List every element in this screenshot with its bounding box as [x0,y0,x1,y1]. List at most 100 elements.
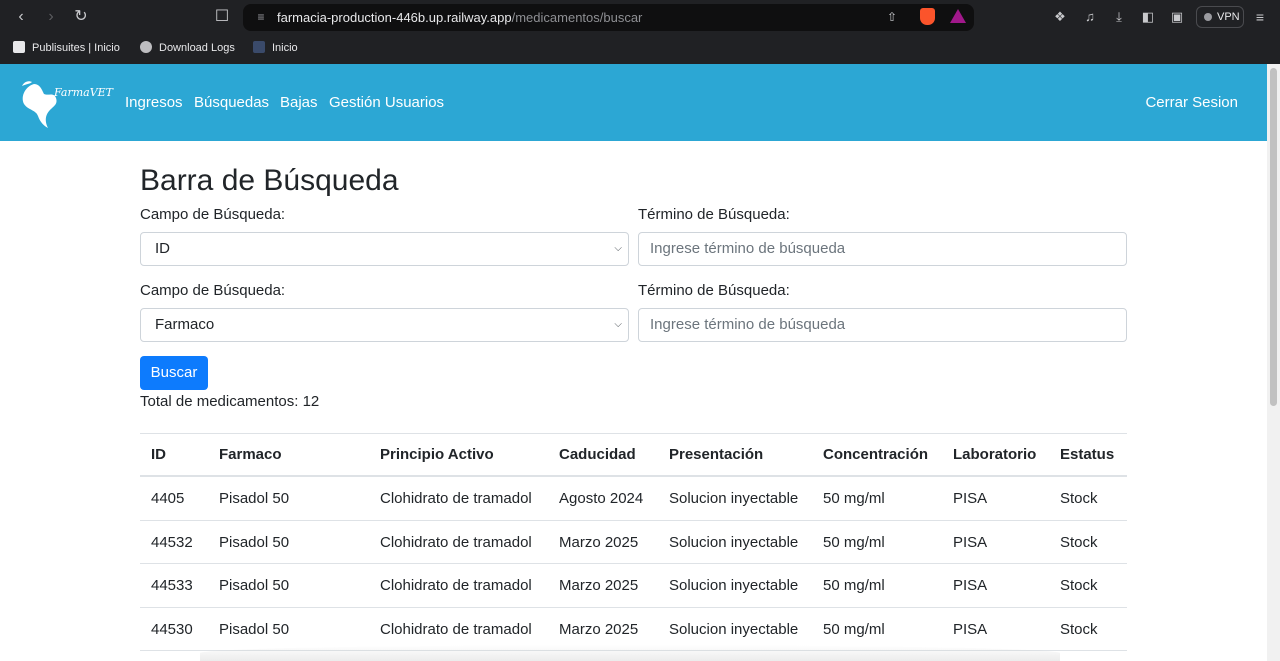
column-header-farmaco: Farmaco [219,446,282,463]
nav-link-bajas[interactable]: Bajas [280,93,318,113]
chevron-down-icon: ⌵ [614,243,622,254]
browser-toolbar: ‹ › ↻ ☐ ≡ farmacia-production-446b.up.ra… [0,0,1280,35]
cell-caducidad: Marzo 2025 [559,620,639,638]
menu-icon[interactable]: ≡ [1252,8,1268,26]
downloads-icon[interactable]: ⤓ [1109,8,1129,26]
cell-farmaco: Pisadol 50 [219,533,290,551]
back-icon[interactable]: ‹ [10,6,32,28]
column-header-principio-activo: Principio Activo [380,446,494,463]
cell-laboratorio: PISA [953,620,988,638]
url-path: /medicamentos/buscar [511,10,643,25]
cell-principio-activo: Clohidrato de tramadol [380,577,532,595]
select-value: ID [155,240,170,257]
address-bar[interactable]: ≡ farmacia-production-446b.up.railway.ap… [243,4,974,31]
cell-principio-activo: Clohidrato de tramadol [380,533,532,551]
share-icon[interactable]: ⇧ [883,9,901,25]
scrollbar-thumb[interactable] [1270,68,1277,406]
bottom-shadow [200,645,1060,661]
brand-text: FarmaVET [54,86,114,99]
page-scrollbar[interactable] [1267,64,1280,661]
results-table: ID Farmaco Principio Activo Caducidad Pr… [140,433,1127,652]
cell-laboratorio: PISA [953,533,988,551]
cell-id: 4405 [151,490,185,507]
search-button[interactable]: Buscar [140,356,208,390]
cell-id: 44533 [151,577,193,595]
url-text: farmacia-production-446b.up.railway.app/… [277,10,642,25]
bookmark-label: Publisuites | Inicio [32,42,120,54]
column-header-presentacion: Presentación [669,446,764,463]
search-field-select-2[interactable]: Farmaco ⌵ [140,308,629,342]
brave-shields-icon[interactable] [920,8,935,25]
sidebar-icon[interactable]: ◧ [1138,8,1158,26]
cell-principio-activo: Clohidrato de tramadol [380,620,532,638]
bookmark-label: Download Logs [159,42,235,54]
extensions-icon[interactable]: ❖ [1050,8,1070,26]
bookmark-label: Inicio [272,42,298,54]
table-body: 4405 Pisadol 50 Clohidrato de tramadol Agos… [140,477,1127,652]
column-header-estatus: Estatus [1060,446,1115,463]
search-term-input-1[interactable]: Ingrese término de búsqueda [638,232,1127,266]
cell-laboratorio: PISA [953,490,988,507]
cell-concentracion: 50 mg/ml [823,533,885,551]
cell-estatus: Stock [1060,533,1098,551]
brand-logo[interactable]: FarmaVET [18,76,113,128]
bookmark-icon[interactable]: ☐ [211,6,233,28]
cell-laboratorio: PISA [953,577,988,595]
column-header-caducidad: Caducidad [559,446,636,463]
cell-presentacion: Solucion inyectable [669,620,799,638]
table-row: 4405 Pisadol 50 Clohidrato de tramadol Agos… [140,477,1127,521]
bookmark-download-logs[interactable]: Download Logs [140,40,235,56]
nav-link-gestion-usuarios[interactable]: Gestión Usuarios [329,93,444,113]
cell-id: 44530 [151,620,193,638]
search-term-label-2: Término de Búsqueda: [638,282,790,299]
url-host: farmacia-production-446b.up.railway.app [277,10,512,25]
cell-principio-activo: Clohidrato de tramadol [380,490,532,507]
bookmark-publisuites[interactable]: Publisuites | Inicio [13,40,120,56]
publisuites-icon [13,41,25,53]
cell-concentracion: 50 mg/ml [823,620,885,638]
cell-estatus: Stock [1060,620,1098,638]
site-favicon-icon [253,41,265,53]
column-header-concentracion: Concentración [823,446,929,463]
media-icon[interactable]: ♫ [1080,8,1100,26]
cell-farmaco: Pisadol 50 [219,577,290,595]
nav-link-ingresos[interactable]: Ingresos [125,93,183,113]
cell-concentracion: 50 mg/ml [823,577,885,595]
search-term-input-2[interactable]: Ingrese término de búsqueda [638,308,1127,342]
app-navbar: FarmaVET Ingresos Búsquedas Bajas Gestió… [0,64,1267,141]
logout-link[interactable]: Cerrar Sesion [1145,93,1238,113]
table-row: 44533 Pisadol 50 Clohidrato de tramadol Mar… [140,564,1127,608]
table-header: ID Farmaco Principio Activo Caducidad Pr… [140,433,1127,477]
chevron-down-icon: ⌵ [614,319,622,330]
parrot-logo-icon [22,81,57,128]
cell-presentacion: Solucion inyectable [669,577,799,595]
cell-caducidad: Agosto 2024 [559,490,644,507]
forward-icon[interactable]: › [40,6,62,28]
nav-link-busquedas[interactable]: Búsquedas [194,93,269,113]
cell-farmaco: Pisadol 50 [219,490,290,507]
search-field-label-1: Campo de Búsqueda: [140,206,286,223]
globe-icon [140,41,152,53]
cell-id: 44532 [151,533,193,551]
select-value: Farmaco [155,316,215,333]
bookmarks-bar: Publisuites | Inicio Download Logs Inici… [0,37,1280,59]
page-title: Barra de Búsqueda [140,164,399,197]
search-field-select-1[interactable]: ID ⌵ [140,232,629,266]
cell-estatus: Stock [1060,577,1098,595]
wallet-icon[interactable]: ▣ [1167,8,1187,26]
table-row: 44532 Pisadol 50 Clohidrato de tramadol Mar… [140,521,1127,565]
column-header-laboratorio: Laboratorio [953,446,1037,463]
cell-presentacion: Solucion inyectable [669,490,799,507]
total-count: Total de medicamentos: 12 [140,393,320,410]
vpn-label: VPN [1217,11,1240,23]
brave-rewards-icon[interactable] [950,9,966,23]
cell-caducidad: Marzo 2025 [559,577,639,595]
search-field-label-2: Campo de Búsqueda: [140,282,286,299]
cell-presentacion: Solucion inyectable [669,533,799,551]
bookmark-inicio[interactable]: Inicio [253,40,298,56]
vpn-button[interactable]: VPN [1196,6,1244,28]
site-settings-icon[interactable]: ≡ [253,9,269,25]
reload-icon[interactable]: ↻ [70,6,92,28]
cell-farmaco: Pisadol 50 [219,620,290,638]
browser-chrome: ‹ › ↻ ☐ ≡ farmacia-production-446b.up.ra… [0,0,1280,64]
